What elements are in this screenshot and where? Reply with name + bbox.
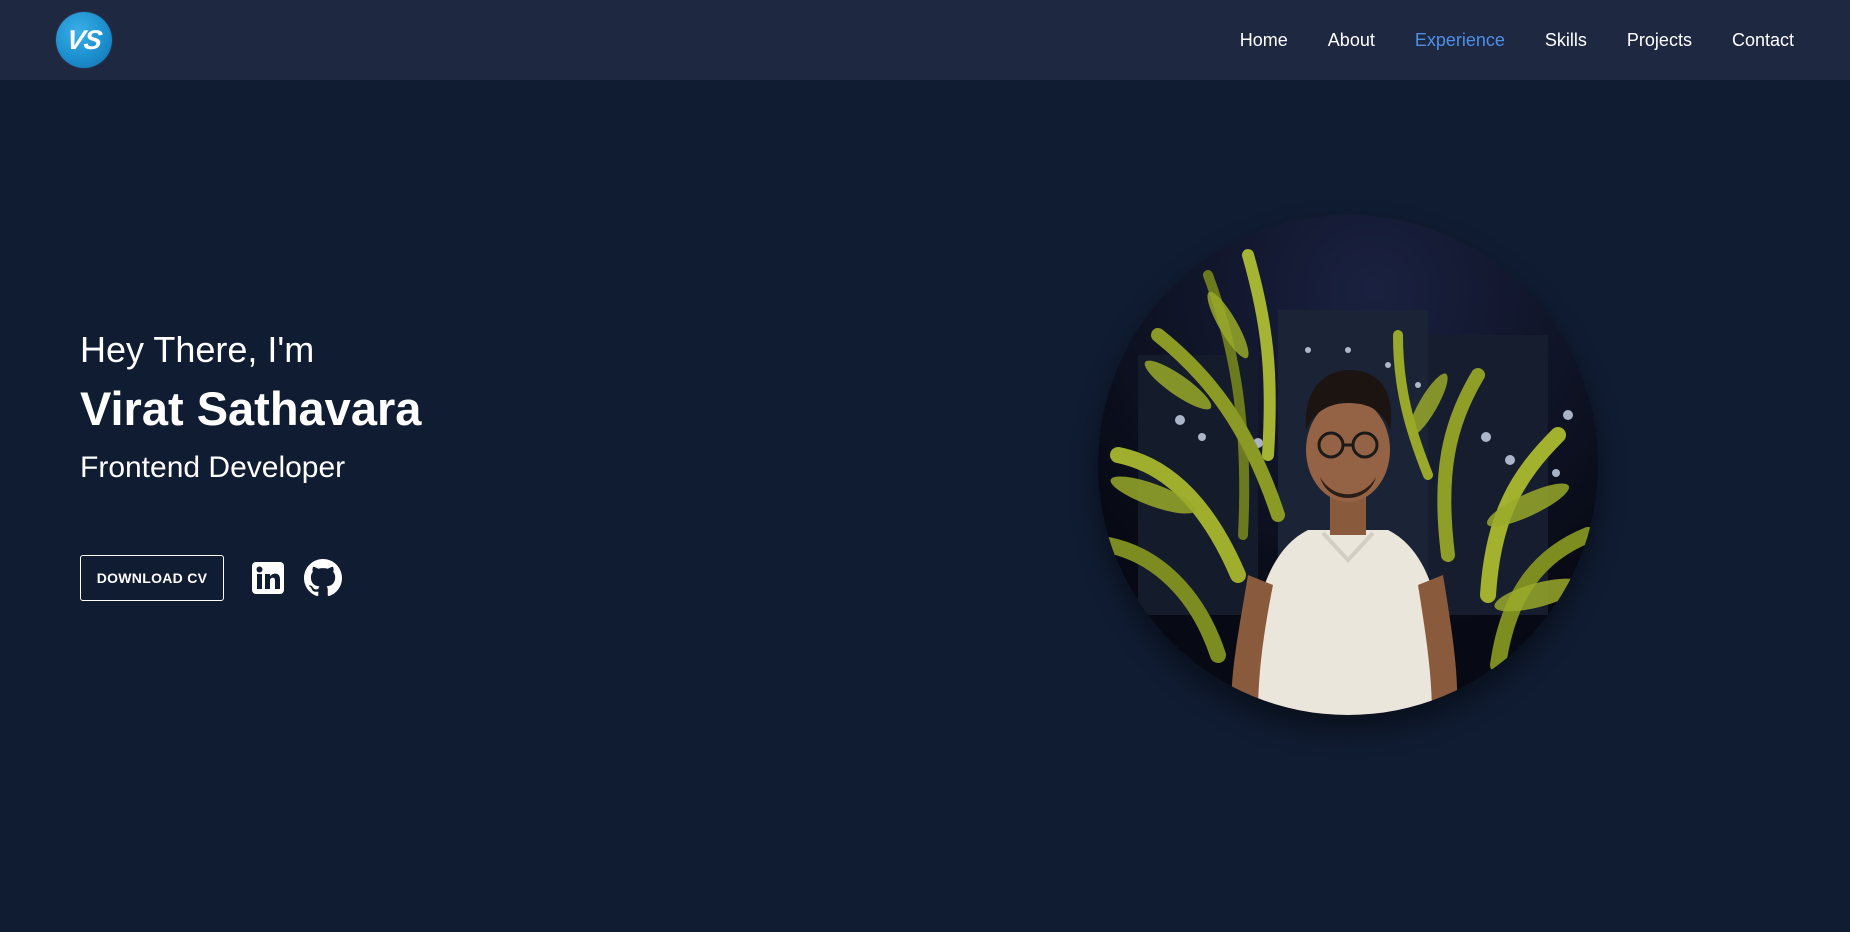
- hero-role: Frontend Developer: [80, 451, 346, 484]
- social-links: [252, 559, 342, 597]
- hero-intro: Hey There, I'm Virat Sathavara Frontend …: [80, 326, 421, 488]
- hero-actions: DOWNLOAD CV: [80, 555, 342, 601]
- navbar: VS Home About Experience Skills Projects…: [0, 0, 1850, 80]
- hero-name: Virat Sathavara: [80, 382, 422, 435]
- nav-link-contact[interactable]: Contact: [1732, 30, 1794, 51]
- nav-link-about[interactable]: About: [1328, 30, 1375, 51]
- nav-link-skills[interactable]: Skills: [1545, 30, 1587, 51]
- github-icon[interactable]: [304, 559, 342, 597]
- logo[interactable]: VS: [56, 12, 112, 68]
- nav-link-home[interactable]: Home: [1240, 30, 1288, 51]
- nav-link-experience[interactable]: Experience: [1415, 30, 1505, 51]
- profile-photo: [1098, 215, 1598, 715]
- download-cv-button[interactable]: DOWNLOAD CV: [80, 555, 224, 601]
- logo-text: VS: [64, 24, 104, 55]
- hero-greeting: Hey There, I'm: [80, 329, 315, 370]
- linkedin-icon[interactable]: [252, 562, 284, 594]
- nav-links: Home About Experience Skills Projects Co…: [1240, 30, 1794, 51]
- nav-link-projects[interactable]: Projects: [1627, 30, 1692, 51]
